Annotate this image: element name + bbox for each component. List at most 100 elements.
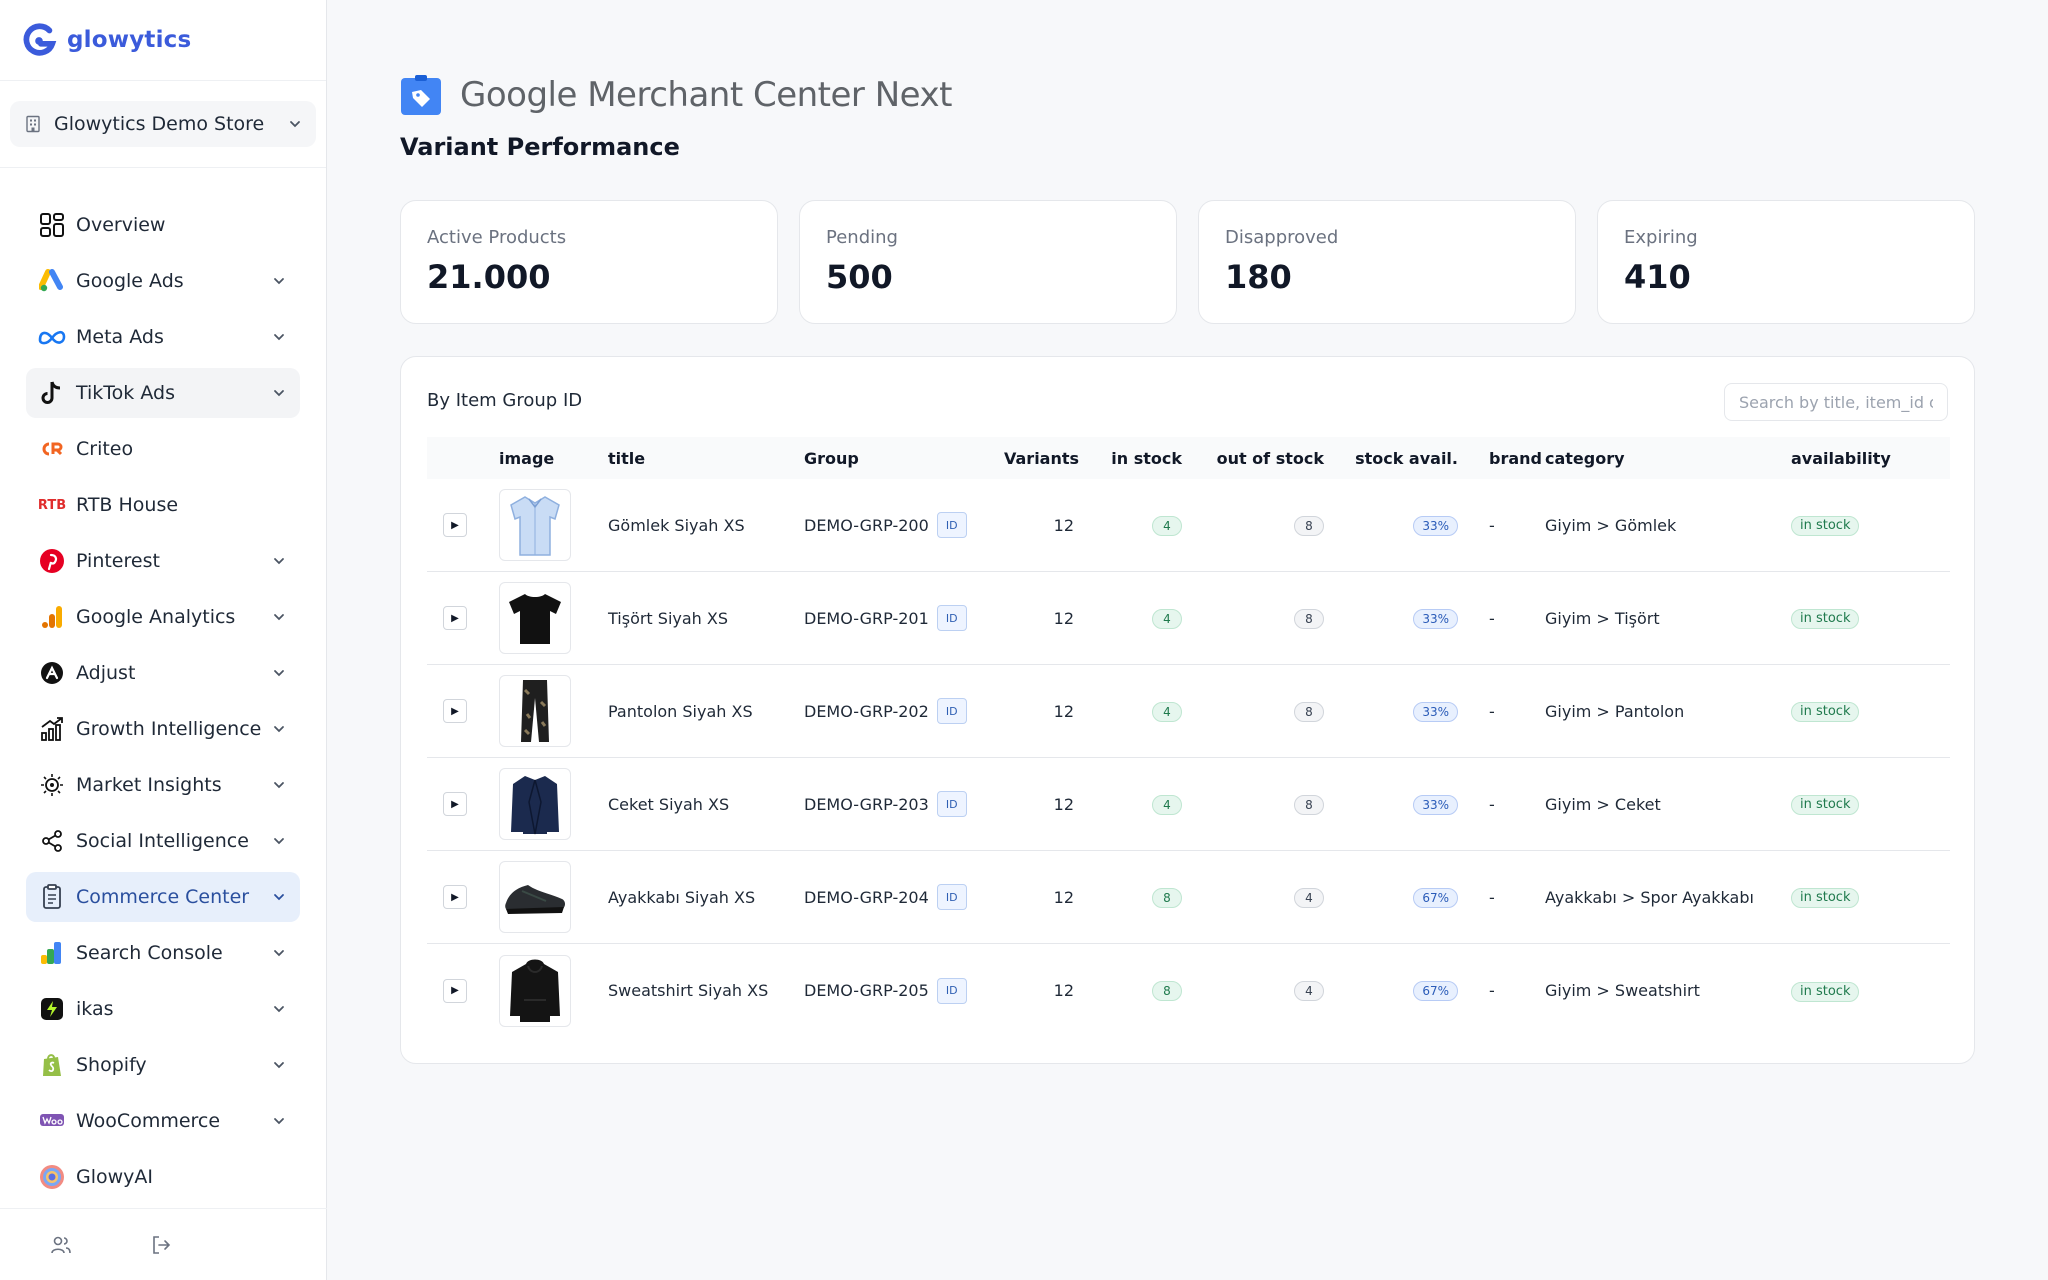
- merchant-center-product: Merchant Center Next: [587, 75, 952, 115]
- nav-item-criteo[interactable]: Criteo: [26, 424, 300, 474]
- chevron-down-icon: [274, 390, 284, 397]
- commerce-icon: [38, 883, 66, 911]
- id-badge-button[interactable]: ID: [936, 512, 967, 538]
- expand-row-button[interactable]: ▶: [443, 792, 467, 817]
- header-image[interactable]: image: [499, 449, 608, 468]
- nav-item-ikas[interactable]: ikas: [26, 984, 300, 1034]
- header-category[interactable]: category: [1545, 449, 1791, 468]
- id-badge-button[interactable]: ID: [936, 977, 967, 1004]
- nav-label: Commerce Center: [76, 886, 250, 908]
- in-stock-badge: 8: [1152, 887, 1182, 908]
- availability-badge: in stock: [1791, 795, 1860, 815]
- availability-badge: in stock: [1791, 981, 1860, 1002]
- search-input[interactable]: [1724, 383, 1948, 421]
- image-cell: [499, 489, 608, 561]
- expand-row-button[interactable]: ▶: [443, 978, 467, 1003]
- stat-card-active-products: Active Products 21.000: [400, 200, 778, 324]
- image-cell: [499, 768, 608, 840]
- id-badge-button[interactable]: ID: [936, 791, 967, 817]
- nav-label: GlowyAI: [76, 1166, 154, 1188]
- table-row[interactable]: ▶ Ayakkabı Siyah XS DEMO-GRP-204 ID 12 8 4 67% -…: [427, 851, 1950, 944]
- image-cell: [499, 954, 608, 1027]
- table-row[interactable]: ▶ Gömlek Siyah XS DEMO-GRP-200 ID 12 4 8 33% - Gi…: [427, 479, 1950, 572]
- nav-label: Search Console: [76, 942, 223, 964]
- header-variants[interactable]: Variants: [1004, 449, 1079, 468]
- header-out-of-stock[interactable]: out of stock: [1182, 449, 1324, 468]
- stock-avail-badge: 33%: [1413, 794, 1458, 815]
- nav-item-google-analytics[interactable]: Google Analytics: [26, 592, 300, 642]
- expand-cell: ▶: [427, 513, 499, 538]
- header-brand[interactable]: brand: [1458, 449, 1545, 468]
- chevron-down-icon: [274, 838, 284, 845]
- jacket-image: [499, 768, 571, 840]
- product-title: Ceket Siyah XS: [608, 794, 730, 814]
- in-stock-cell: 4: [1074, 794, 1182, 815]
- category-value: Ayakkabı > Spor Ayakkabı: [1545, 887, 1754, 907]
- nav-item-overview[interactable]: Overview: [26, 200, 300, 250]
- header-title[interactable]: title: [608, 449, 804, 468]
- header-group[interactable]: Group: [804, 449, 1004, 468]
- users-icon[interactable]: [50, 1234, 72, 1256]
- header-availability[interactable]: availability: [1791, 449, 1911, 468]
- in-stock-badge: 4: [1152, 794, 1182, 815]
- id-badge-button[interactable]: ID: [936, 698, 967, 724]
- group-id: DEMO-GRP-200: [804, 515, 929, 535]
- stat-value: 180: [1225, 258, 1292, 296]
- nav-item-woocommerce[interactable]: WooCommerce: [26, 1096, 300, 1146]
- nav-item-market-insights[interactable]: Market Insights: [26, 760, 300, 810]
- nav-item-rtb-house[interactable]: RTB RTB House: [26, 480, 300, 530]
- adjust-icon: [38, 659, 66, 687]
- store-name: Glowytics Demo Store: [54, 113, 265, 135]
- table-row[interactable]: ▶ Ceket Siyah XS DEMO-GRP-203 ID 12 4 8 33% - Giy…: [427, 758, 1950, 851]
- expand-cell: ▶: [427, 978, 499, 1003]
- hoodie-image: [499, 954, 571, 1027]
- in-stock-cell: 4: [1074, 515, 1182, 536]
- nav-item-search-console[interactable]: Search Console: [26, 928, 300, 978]
- nav-item-glowyai[interactable]: GlowyAI: [26, 1152, 300, 1202]
- nav-item-commerce-center[interactable]: Commerce Center: [26, 872, 300, 922]
- ikas-icon: [38, 995, 66, 1023]
- expand-row-button[interactable]: ▶: [443, 513, 467, 538]
- expand-row-button[interactable]: ▶: [443, 606, 467, 631]
- stock-avail-cell: 67%: [1324, 980, 1458, 1001]
- nav-item-shopify[interactable]: Shopify: [26, 1040, 300, 1090]
- store-selector[interactable]: Glowytics Demo Store: [10, 101, 316, 147]
- group-cell: DEMO-GRP-201 ID: [804, 605, 1004, 631]
- id-badge-button[interactable]: ID: [936, 884, 967, 910]
- shopify-icon: [38, 1051, 66, 1079]
- availability-cell: in stock: [1791, 980, 1911, 1002]
- product-title: Gömlek Siyah XS: [608, 515, 745, 535]
- stock-avail-badge: 67%: [1413, 887, 1458, 908]
- nav-item-tiktok-ads[interactable]: TikTok Ads: [26, 368, 300, 418]
- expand-row-button[interactable]: ▶: [443, 885, 467, 910]
- stock-avail-cell: 67%: [1324, 887, 1458, 908]
- chevron-down-icon: [274, 1062, 284, 1069]
- table-row[interactable]: ▶ Sweatshirt Siyah XS DEMO-GRP-205 ID 12 8 4 67…: [427, 944, 1950, 1037]
- logout-icon[interactable]: [150, 1234, 172, 1256]
- nav-item-social-intelligence[interactable]: Social Intelligence: [26, 816, 300, 866]
- id-badge-button[interactable]: ID: [936, 605, 967, 631]
- page-title: Variant Performance: [400, 133, 680, 161]
- availability-badge: in stock: [1791, 516, 1860, 536]
- table-row[interactable]: ▶ Pantolon Siyah XS DEMO-GRP-202 ID 12 4 8 33% -…: [427, 665, 1950, 758]
- nav-item-growth-intelligence[interactable]: Growth Intelligence: [26, 704, 300, 754]
- header-in-stock[interactable]: in stock: [1074, 449, 1182, 468]
- woocommerce-icon: [38, 1107, 66, 1135]
- expand-row-button[interactable]: ▶: [443, 699, 467, 724]
- table-row[interactable]: ▶ Tişört Siyah XS DEMO-GRP-201 ID 12 4 8 33% - Gi…: [427, 572, 1950, 665]
- product-title: Tişört Siyah XS: [608, 608, 729, 628]
- product-title: Ayakkabı Siyah XS: [608, 887, 756, 907]
- nav-item-meta-ads[interactable]: Meta Ads: [26, 312, 300, 362]
- brand[interactable]: glowytics: [0, 0, 326, 81]
- nav-item-google-ads[interactable]: Google Ads: [26, 256, 300, 306]
- variants-count: 12: [1053, 794, 1074, 814]
- table-header: image title Group Variants in stock out …: [427, 437, 1950, 479]
- in-stock-badge: 4: [1152, 515, 1182, 536]
- nav-label: Market Insights: [76, 774, 222, 796]
- header-stock-avail[interactable]: stock avail.: [1324, 449, 1458, 468]
- out-of-stock-cell: 8: [1182, 608, 1324, 629]
- nav-item-pinterest[interactable]: Pinterest: [26, 536, 300, 586]
- brand-value: -: [1489, 981, 1495, 1000]
- nav-item-adjust[interactable]: Adjust: [26, 648, 300, 698]
- nav-label: Adjust: [76, 662, 136, 684]
